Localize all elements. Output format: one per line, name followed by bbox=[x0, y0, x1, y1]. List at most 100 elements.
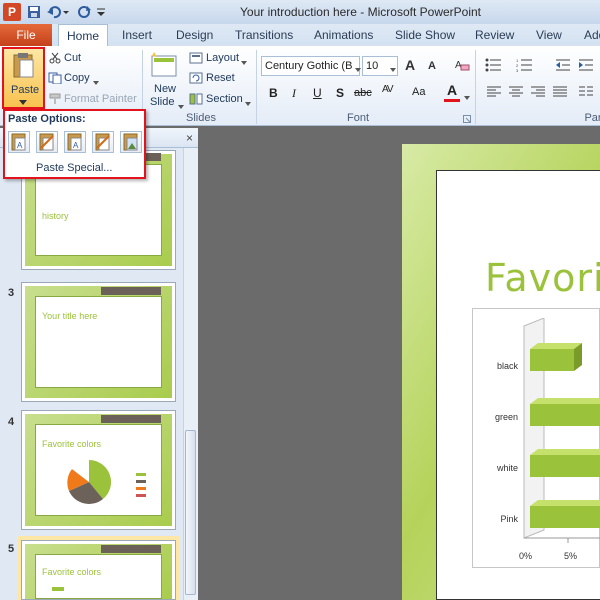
reset-button[interactable]: Reset bbox=[206, 72, 235, 84]
align-right-icon[interactable] bbox=[530, 86, 546, 101]
cut-button[interactable]: Cut bbox=[64, 52, 81, 64]
scrollbar-thumb[interactable] bbox=[185, 430, 196, 595]
group-separator bbox=[256, 50, 257, 124]
thumbnail-text: history bbox=[42, 211, 69, 221]
paste-options-header: Paste Options: bbox=[8, 113, 86, 125]
section-dropdown-icon[interactable] bbox=[245, 97, 251, 109]
thumbnail-text: Favorite colors bbox=[42, 567, 102, 577]
chart-x-tick: 0% bbox=[519, 551, 533, 561]
italic-button[interactable]: I bbox=[292, 86, 296, 101]
chart-category-label: green bbox=[494, 412, 518, 422]
paste-picture-icon[interactable]: A bbox=[64, 131, 86, 153]
font-name-combobox[interactable]: Century Gothic (B bbox=[261, 56, 360, 76]
numbering-icon[interactable]: 123 bbox=[516, 58, 534, 75]
slide-number: 3 bbox=[8, 287, 15, 299]
copy-icon[interactable] bbox=[48, 72, 62, 87]
chart-category-label: black bbox=[496, 361, 518, 371]
paste-use-destination-theme-icon[interactable]: A bbox=[8, 131, 30, 153]
slide-thumbnail[interactable]: Favorite colors bbox=[21, 410, 176, 530]
paste-special-menu-item[interactable]: Paste Special... bbox=[36, 162, 112, 174]
layout-icon[interactable] bbox=[189, 52, 203, 67]
tab-insert[interactable]: Insert bbox=[122, 24, 152, 46]
font-name-dropdown-icon[interactable] bbox=[355, 63, 361, 75]
paste-button-highlight bbox=[2, 47, 45, 109]
copy-button[interactable]: Copy bbox=[64, 72, 90, 84]
justify-icon[interactable] bbox=[552, 86, 568, 101]
font-color-dropdown-icon[interactable] bbox=[464, 91, 470, 103]
panel-close-icon[interactable]: × bbox=[186, 131, 193, 145]
slide-number: 4 bbox=[8, 416, 15, 428]
format-painter-button[interactable]: Format Painter bbox=[64, 93, 137, 105]
font-color-bar bbox=[444, 99, 460, 102]
character-spacing-button[interactable]: AV bbox=[382, 84, 394, 95]
paste-keep-source-formatting-icon[interactable] bbox=[36, 131, 58, 153]
section-button[interactable]: Section bbox=[206, 93, 243, 105]
font-dialog-launcher-icon[interactable] bbox=[463, 114, 471, 126]
slide-number: 5 bbox=[8, 543, 15, 555]
tab-design[interactable]: Design bbox=[176, 24, 213, 46]
tab-view[interactable]: View bbox=[536, 24, 562, 46]
bold-button[interactable]: B bbox=[269, 86, 278, 100]
tab-transitions[interactable]: Transitions bbox=[235, 24, 293, 46]
svg-text:3: 3 bbox=[516, 68, 519, 72]
slides-group-label: Slides bbox=[186, 112, 216, 124]
powerpoint-app-icon[interactable]: P bbox=[3, 3, 21, 21]
pie-chart-thumbnail bbox=[67, 459, 112, 504]
new-slide-label[interactable]: New bbox=[154, 83, 176, 95]
chart-bar-pink bbox=[530, 500, 600, 528]
layout-button[interactable]: Layout bbox=[206, 52, 239, 64]
strikethrough-button[interactable]: abc bbox=[354, 87, 372, 99]
decrease-indent-icon[interactable] bbox=[555, 58, 571, 75]
new-slide-label-2[interactable]: Slide bbox=[150, 96, 174, 108]
paste-embed-icon[interactable] bbox=[92, 131, 114, 153]
grow-font-button[interactable]: A bbox=[405, 57, 415, 73]
layout-dropdown-icon[interactable] bbox=[241, 56, 247, 68]
shrink-font-button[interactable]: A bbox=[428, 60, 436, 72]
font-size-value: 10 bbox=[366, 60, 379, 72]
tab-slide-show[interactable]: Slide Show bbox=[395, 24, 455, 46]
paste-as-image-icon[interactable] bbox=[120, 131, 142, 153]
chart-x-tick: 5% bbox=[564, 551, 578, 561]
underline-button[interactable]: U bbox=[313, 86, 322, 100]
thumbnail-text: Your title here bbox=[42, 311, 98, 321]
legend-thumbnail bbox=[136, 473, 146, 503]
align-left-icon[interactable] bbox=[486, 86, 502, 101]
font-color-button[interactable]: A bbox=[447, 82, 457, 98]
undo-icon[interactable] bbox=[46, 4, 62, 20]
shadow-button[interactable]: S bbox=[336, 86, 344, 100]
reset-icon[interactable] bbox=[189, 72, 203, 87]
window-title: Your introduction here - Microsoft Power… bbox=[240, 5, 482, 19]
cut-icon[interactable] bbox=[49, 52, 61, 67]
change-case-button[interactable]: Aa bbox=[412, 86, 425, 98]
increase-indent-icon[interactable] bbox=[578, 58, 594, 75]
new-slide-dropdown-icon[interactable] bbox=[178, 100, 184, 112]
redo-icon[interactable] bbox=[76, 4, 92, 20]
customize-qat-icon[interactable] bbox=[95, 4, 111, 20]
format-painter-icon[interactable] bbox=[49, 93, 61, 108]
new-slide-icon[interactable] bbox=[150, 50, 178, 81]
tab-animations[interactable]: Animations bbox=[314, 24, 373, 46]
undo-dropdown-icon[interactable] bbox=[62, 4, 70, 20]
bullets-icon[interactable] bbox=[485, 58, 503, 75]
thumbnail-text: Favorite colors bbox=[42, 439, 102, 449]
chart-plot-area bbox=[523, 318, 600, 543]
svg-text:A: A bbox=[17, 141, 23, 150]
tab-add-ins[interactable]: Add bbox=[584, 24, 600, 46]
slide-thumbnail[interactable]: Your title here bbox=[21, 282, 176, 402]
tab-home[interactable]: Home bbox=[58, 24, 108, 46]
copy-dropdown-icon[interactable] bbox=[93, 76, 99, 88]
save-icon[interactable] bbox=[26, 4, 42, 20]
paragraph-group-label: Par bbox=[584, 112, 600, 124]
slide-title[interactable]: Favorit bbox=[485, 256, 600, 300]
tab-review[interactable]: Review bbox=[475, 24, 514, 46]
font-size-dropdown-icon[interactable] bbox=[390, 63, 396, 75]
chart-category-label: white bbox=[496, 463, 518, 473]
tab-file[interactable]: File bbox=[0, 24, 52, 46]
columns-icon[interactable] bbox=[578, 86, 594, 101]
align-center-icon[interactable] bbox=[508, 86, 524, 101]
chart-bar-white bbox=[530, 449, 600, 477]
slide-thumbnail-selected[interactable]: Favorite colors bbox=[21, 540, 176, 600]
section-icon[interactable] bbox=[189, 93, 203, 108]
clear-formatting-icon[interactable]: A bbox=[454, 57, 470, 76]
chart-category-label: Pink bbox=[500, 514, 518, 524]
